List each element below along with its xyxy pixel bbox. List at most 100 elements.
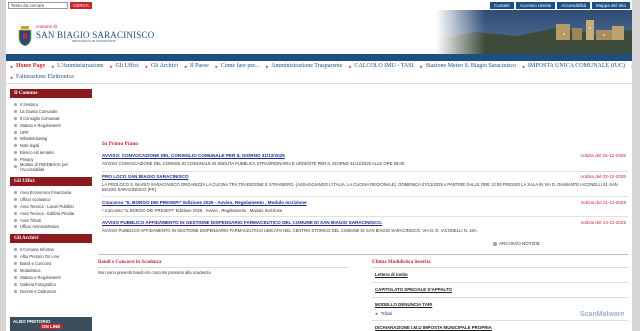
sidebar-item[interactable]: Statuto e Regolamenti — [10, 274, 92, 281]
bullet-icon — [14, 165, 17, 169]
bullet-icon — [14, 269, 17, 273]
accessibility-link[interactable]: Accessibilità — [557, 2, 590, 9]
bullet-icon: ► — [144, 63, 149, 69]
bullet-icon: ► — [522, 63, 527, 69]
bullet-icon — [14, 103, 17, 106]
sidebar-item[interactable]: Il Consiglio Comunale — [10, 115, 92, 122]
news-item: AVVISO PUBBLICO AFFIDAMENTO IN GESTIONE … — [102, 220, 628, 238]
albo-pretorio-banner[interactable]: ALBO PRETORIO ON LINE — [10, 317, 92, 331]
nav-home[interactable]: ► Home Page — [10, 63, 45, 69]
sidebar-item[interactable]: La Giunta Comunale — [10, 108, 92, 115]
nav-alpes[interactable]: ►alpes — [631, 63, 632, 69]
sidebar-item[interactable]: Ufficio Amministrativo — [10, 223, 92, 230]
news-item: AVVISO: CONVOCAZIONE DEL CONSIGLIO COMUN… — [102, 153, 628, 173]
sidebar-item[interactable]: Area Economico Finanziaria — [10, 189, 92, 196]
sidebar-heading: Il Comune — [10, 89, 92, 98]
site-subtitle: PROVINCIA DI FROSINONE — [72, 39, 116, 43]
nav-divider — [6, 83, 632, 84]
news-title[interactable]: AVVISO: CONVOCAZIONE DEL CONSIGLIO COMUN… — [102, 153, 285, 158]
nav-archivi[interactable]: ► Gli Archivi — [145, 63, 178, 69]
sidebar-item[interactable]: Galleria Fotografica — [10, 281, 92, 288]
news-date: notizia del 21-11-2025 — [580, 200, 626, 205]
sidebar-group-comune: Il Comune Il Sindaco La Giunta Comunale … — [10, 89, 92, 173]
watermark: ScanMalware — [580, 311, 625, 318]
sitemap-link[interactable]: Mappa del Sito — [591, 2, 630, 9]
search-input[interactable]: Testo da cercare — [8, 2, 68, 9]
news-title[interactable]: AVVISO PUBBLICO AFFIDAMENTO IN GESTIONE … — [102, 220, 382, 225]
bullet-icon — [14, 204, 17, 208]
user-access-link[interactable]: Accesso Utente — [515, 2, 556, 9]
sidebar-group-archivi: Gli Archivi Il Comune Informa Albo Preto… — [10, 234, 92, 294]
news-body: AVVISO PUBBLICO AFFIDAMENTO IN GESTIONE … — [102, 228, 478, 233]
sidebar-item[interactable]: Modulistica — [10, 267, 92, 274]
bullet-icon — [14, 248, 17, 252]
nav-paese[interactable]: ► Il Paese — [184, 63, 209, 69]
nav-meteo[interactable]: ► Stazione Meteo S. Biagio Saracinisco — [420, 63, 516, 69]
nav-iuc[interactable]: ► IMPOSTA UNICA COMUNALE (IUC) — [522, 63, 625, 69]
modulistica-item[interactable]: CAPITOLATO SPECIALE D'APPALTO — [372, 282, 628, 297]
sidebar-heading: Gli Archivi — [10, 234, 92, 244]
search-button[interactable]: CERCA — [70, 2, 92, 9]
bullet-icon — [14, 289, 17, 293]
modulistica-item[interactable]: Lettera di invito — [372, 267, 628, 282]
nav-uffici[interactable]: ► Gli Uffici — [110, 63, 139, 69]
top-links: Contatti Accesso Utente Accessibilità Ma… — [490, 2, 630, 9]
bullet-icon — [14, 262, 17, 266]
archive-icon — [493, 241, 497, 246]
nav-trasparente[interactable]: ► Amministrazione Trasparente — [265, 63, 342, 69]
bullet-icon: ► — [419, 63, 424, 69]
nav-fatturazione[interactable]: ► Fatturazione Elettronica — [10, 74, 74, 80]
coat-of-arms-icon[interactable] — [18, 26, 32, 46]
bullet-icon — [14, 123, 17, 127]
nav-row-2: ► Fatturazione Elettronica — [10, 74, 74, 80]
sidebar-item[interactable]: Statuto e Regolamenti — [10, 122, 92, 129]
bullet-icon: ► — [51, 63, 56, 69]
page: Testo da cercare CERCA Contatti Accesso … — [6, 0, 632, 331]
news-title[interactable]: PRO LOCO SAN BIAGIO SARACINISCO — [102, 174, 189, 179]
sidebar: Il Comune Il Sindaco La Giunta Comunale … — [10, 89, 92, 299]
sidebar-item[interactable]: Whistleblowing — [10, 135, 92, 142]
bullet-icon — [14, 211, 17, 215]
sidebar-item[interactable]: Area Tributi — [10, 217, 92, 224]
bullet-icon: ► — [631, 64, 632, 69]
bullet-icon: ► — [10, 74, 14, 80]
sidebar-item[interactable]: Bandi e Concorsi — [10, 260, 92, 267]
nav-amministrazione[interactable]: ► L'Amministrazione — [51, 63, 103, 69]
sidebar-item[interactable]: Il Comune Informa — [10, 246, 92, 253]
sidebar-item[interactable]: URP — [10, 129, 92, 136]
news-title[interactable]: Concorso "IL BORGO DEI PRESEPI" Edizione… — [102, 200, 307, 205]
sidebar-item[interactable]: Modulo di FEEDBACK per l'Accessibilità — [10, 163, 92, 173]
bullet-icon: ► — [348, 63, 353, 69]
bullet-icon: ► — [184, 63, 188, 69]
top-bar: Testo da cercare CERCA Contatti Accesso … — [6, 0, 632, 10]
sidebar-item[interactable]: Ufficio scolastico — [10, 196, 92, 203]
contacts-link[interactable]: Contatti — [490, 2, 514, 9]
news-archive-link[interactable]: ARCHIVIO NOTIZIE — [493, 241, 540, 246]
bullet-icon — [14, 130, 17, 134]
nav-row-1: ► Home Page ► L'Amministrazione ► Gli Uffic… — [10, 63, 632, 69]
arrow-right-icon: ► — [375, 311, 379, 316]
news-date: notizia del 03-12-2025 — [580, 174, 626, 179]
section-title: In Primo Piano — [102, 141, 139, 147]
columns-divider — [98, 254, 628, 255]
news-body: LA PROLOCO S. BIAGIO SARACINISCO ORGANIZ… — [102, 182, 618, 193]
modulistica-section: Ultima Modulistica inserita Lettera di i… — [372, 260, 628, 331]
sidebar-item[interactable]: Note legali — [10, 142, 92, 149]
bullet-icon — [14, 109, 17, 113]
bandi-section: Bandi e Concorsi in Scadenza Non sono pr… — [98, 260, 348, 275]
sidebar-item[interactable]: Decreti e Ordinanze — [10, 288, 92, 295]
sidebar-item[interactable]: Albo Pretorio On Line — [10, 253, 92, 260]
bullet-icon — [14, 255, 17, 259]
modulistica-item[interactable]: DICHIARAZIONE I.M.U IMPOSTA MUNICIPALE P… — [372, 320, 628, 331]
bullet-icon — [14, 151, 17, 155]
sidebar-item[interactable]: Area Tecnica - Edilizia Privata — [10, 210, 92, 217]
sidebar-item[interactable]: Elenco siti tematici — [10, 149, 92, 156]
news-date: notizia del 14-11-2025 — [580, 220, 626, 225]
sidebar-item[interactable]: Il Sindaco — [10, 101, 92, 108]
bullet-icon — [14, 282, 17, 286]
nav-come-fare[interactable]: ► Come fare per... — [215, 63, 259, 69]
bullet-icon: ► — [214, 63, 219, 69]
nav-imu-tasi[interactable]: ► CALCOLO IMU - TASI — [348, 63, 413, 69]
sidebar-item[interactable]: Area Tecnica - Lavori Pubblici — [10, 203, 92, 210]
news-date: notizia del 18-12-2025 — [580, 153, 626, 158]
